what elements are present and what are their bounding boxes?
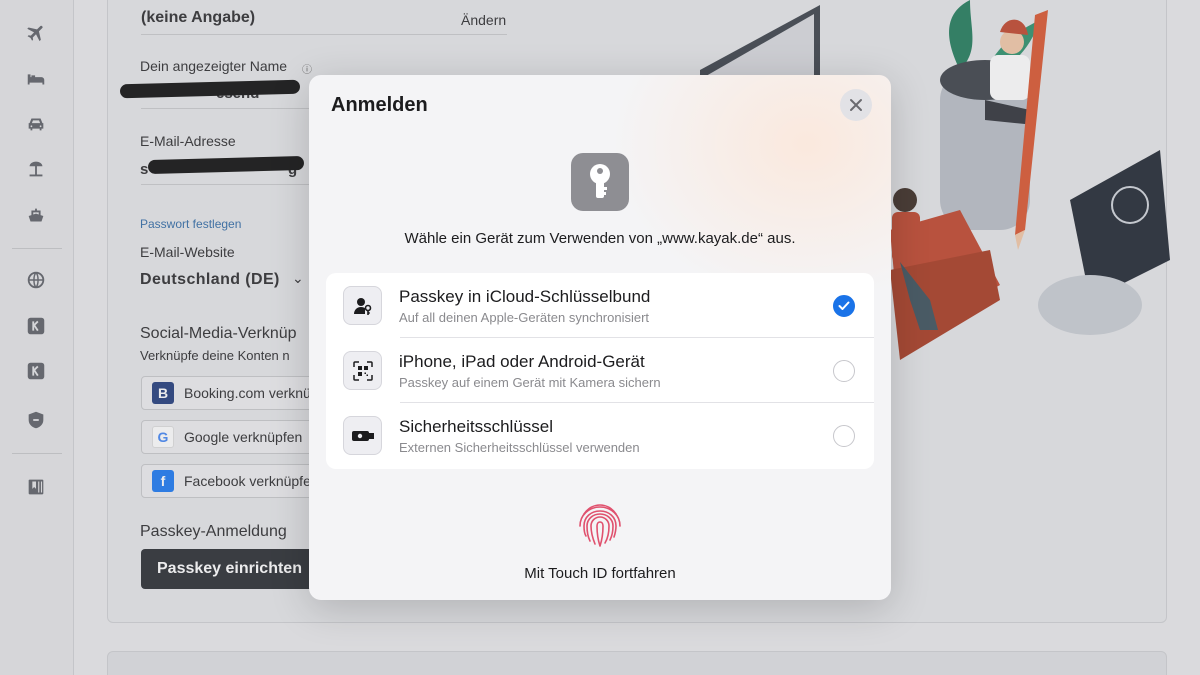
sign-in-dialog: Anmelden Wähle ein Gerät zum Verwenden v… [309,75,891,600]
option-subtitle: Externen Sicherheitsschlüssel verwenden [399,440,640,455]
option-title: Passkey in iCloud-Schlüsselbund [399,287,651,306]
key-icon [571,153,629,211]
touch-id-label: Mit Touch ID fortfahren [524,565,676,582]
qr-code-icon [343,351,382,390]
option-list: Passkey in iCloud-Schlüsselbund Auf all … [326,273,874,469]
close-icon [850,99,862,111]
option-phone-device[interactable]: iPhone, iPad oder Android-Gerät Passkey … [326,338,874,403]
device-prompt: Wähle ein Gerät zum Verwenden von „www.k… [404,230,796,247]
radio-unselected[interactable] [833,360,855,382]
person-key-icon [343,286,382,325]
dialog-title: Anmelden [331,94,428,116]
close-button[interactable] [840,89,872,121]
fingerprint-icon[interactable] [571,496,629,554]
option-title: Sicherheitsschlüssel [399,417,554,436]
option-subtitle: Auf all deinen Apple-Geräten synchronisi… [399,310,650,325]
checkmark-icon [838,301,850,310]
option-icloud-keychain[interactable]: Passkey in iCloud-Schlüsselbund Auf all … [326,273,874,338]
usb-key-icon [343,416,382,455]
radio-selected[interactable] [833,295,855,317]
option-subtitle: Passkey auf einem Gerät mit Kamera siche… [399,375,661,390]
option-title: iPhone, iPad oder Android-Gerät [399,352,645,371]
option-security-key[interactable]: Sicherheitsschlüssel Externen Sicherheit… [326,403,874,468]
radio-unselected[interactable] [833,425,855,447]
